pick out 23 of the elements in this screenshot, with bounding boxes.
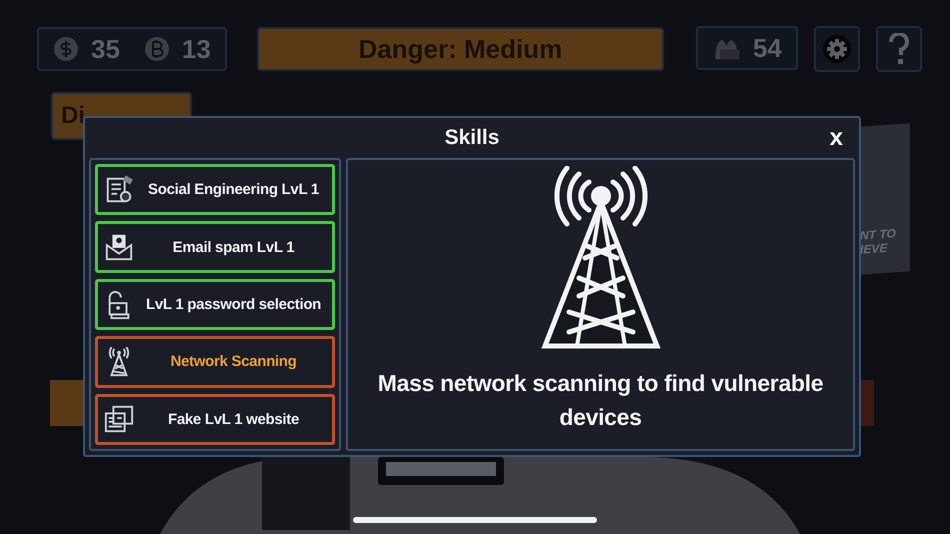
settings-button[interactable] bbox=[814, 26, 860, 72]
dollar-coin-icon bbox=[53, 36, 79, 62]
skill-item[interactable]: Social Engineering LvL 1 bbox=[95, 164, 335, 216]
skill-item[interactable]: Network Scanning bbox=[95, 336, 335, 388]
skill-description: Mass network scanning to find vulnerable devices bbox=[376, 369, 824, 432]
skill-item[interactable]: LvL 1 password selection bbox=[95, 278, 335, 330]
close-button[interactable]: x bbox=[826, 124, 847, 152]
web-pages-icon bbox=[104, 404, 134, 434]
gang-count: 54 bbox=[752, 32, 782, 64]
help-button[interactable] bbox=[876, 26, 922, 72]
checklist-icon bbox=[104, 174, 134, 205]
bitcoin-coin-icon bbox=[144, 36, 170, 62]
danger-level-bar: Danger: Medium bbox=[256, 27, 664, 71]
poster-text: IEVE bbox=[860, 240, 888, 257]
bitcoin-count: 13 bbox=[182, 34, 211, 64]
dialog-title: Skills bbox=[444, 126, 500, 150]
money-count: 35 bbox=[91, 34, 120, 64]
settings-icon bbox=[822, 34, 852, 64]
skill-item[interactable]: Fake LvL 1 website bbox=[95, 394, 335, 446]
mail-icon bbox=[104, 232, 134, 262]
skill-item[interactable]: Email spam LvL 1 bbox=[95, 221, 335, 273]
help-icon bbox=[888, 33, 910, 65]
poster-text: NT TO bbox=[860, 225, 897, 243]
